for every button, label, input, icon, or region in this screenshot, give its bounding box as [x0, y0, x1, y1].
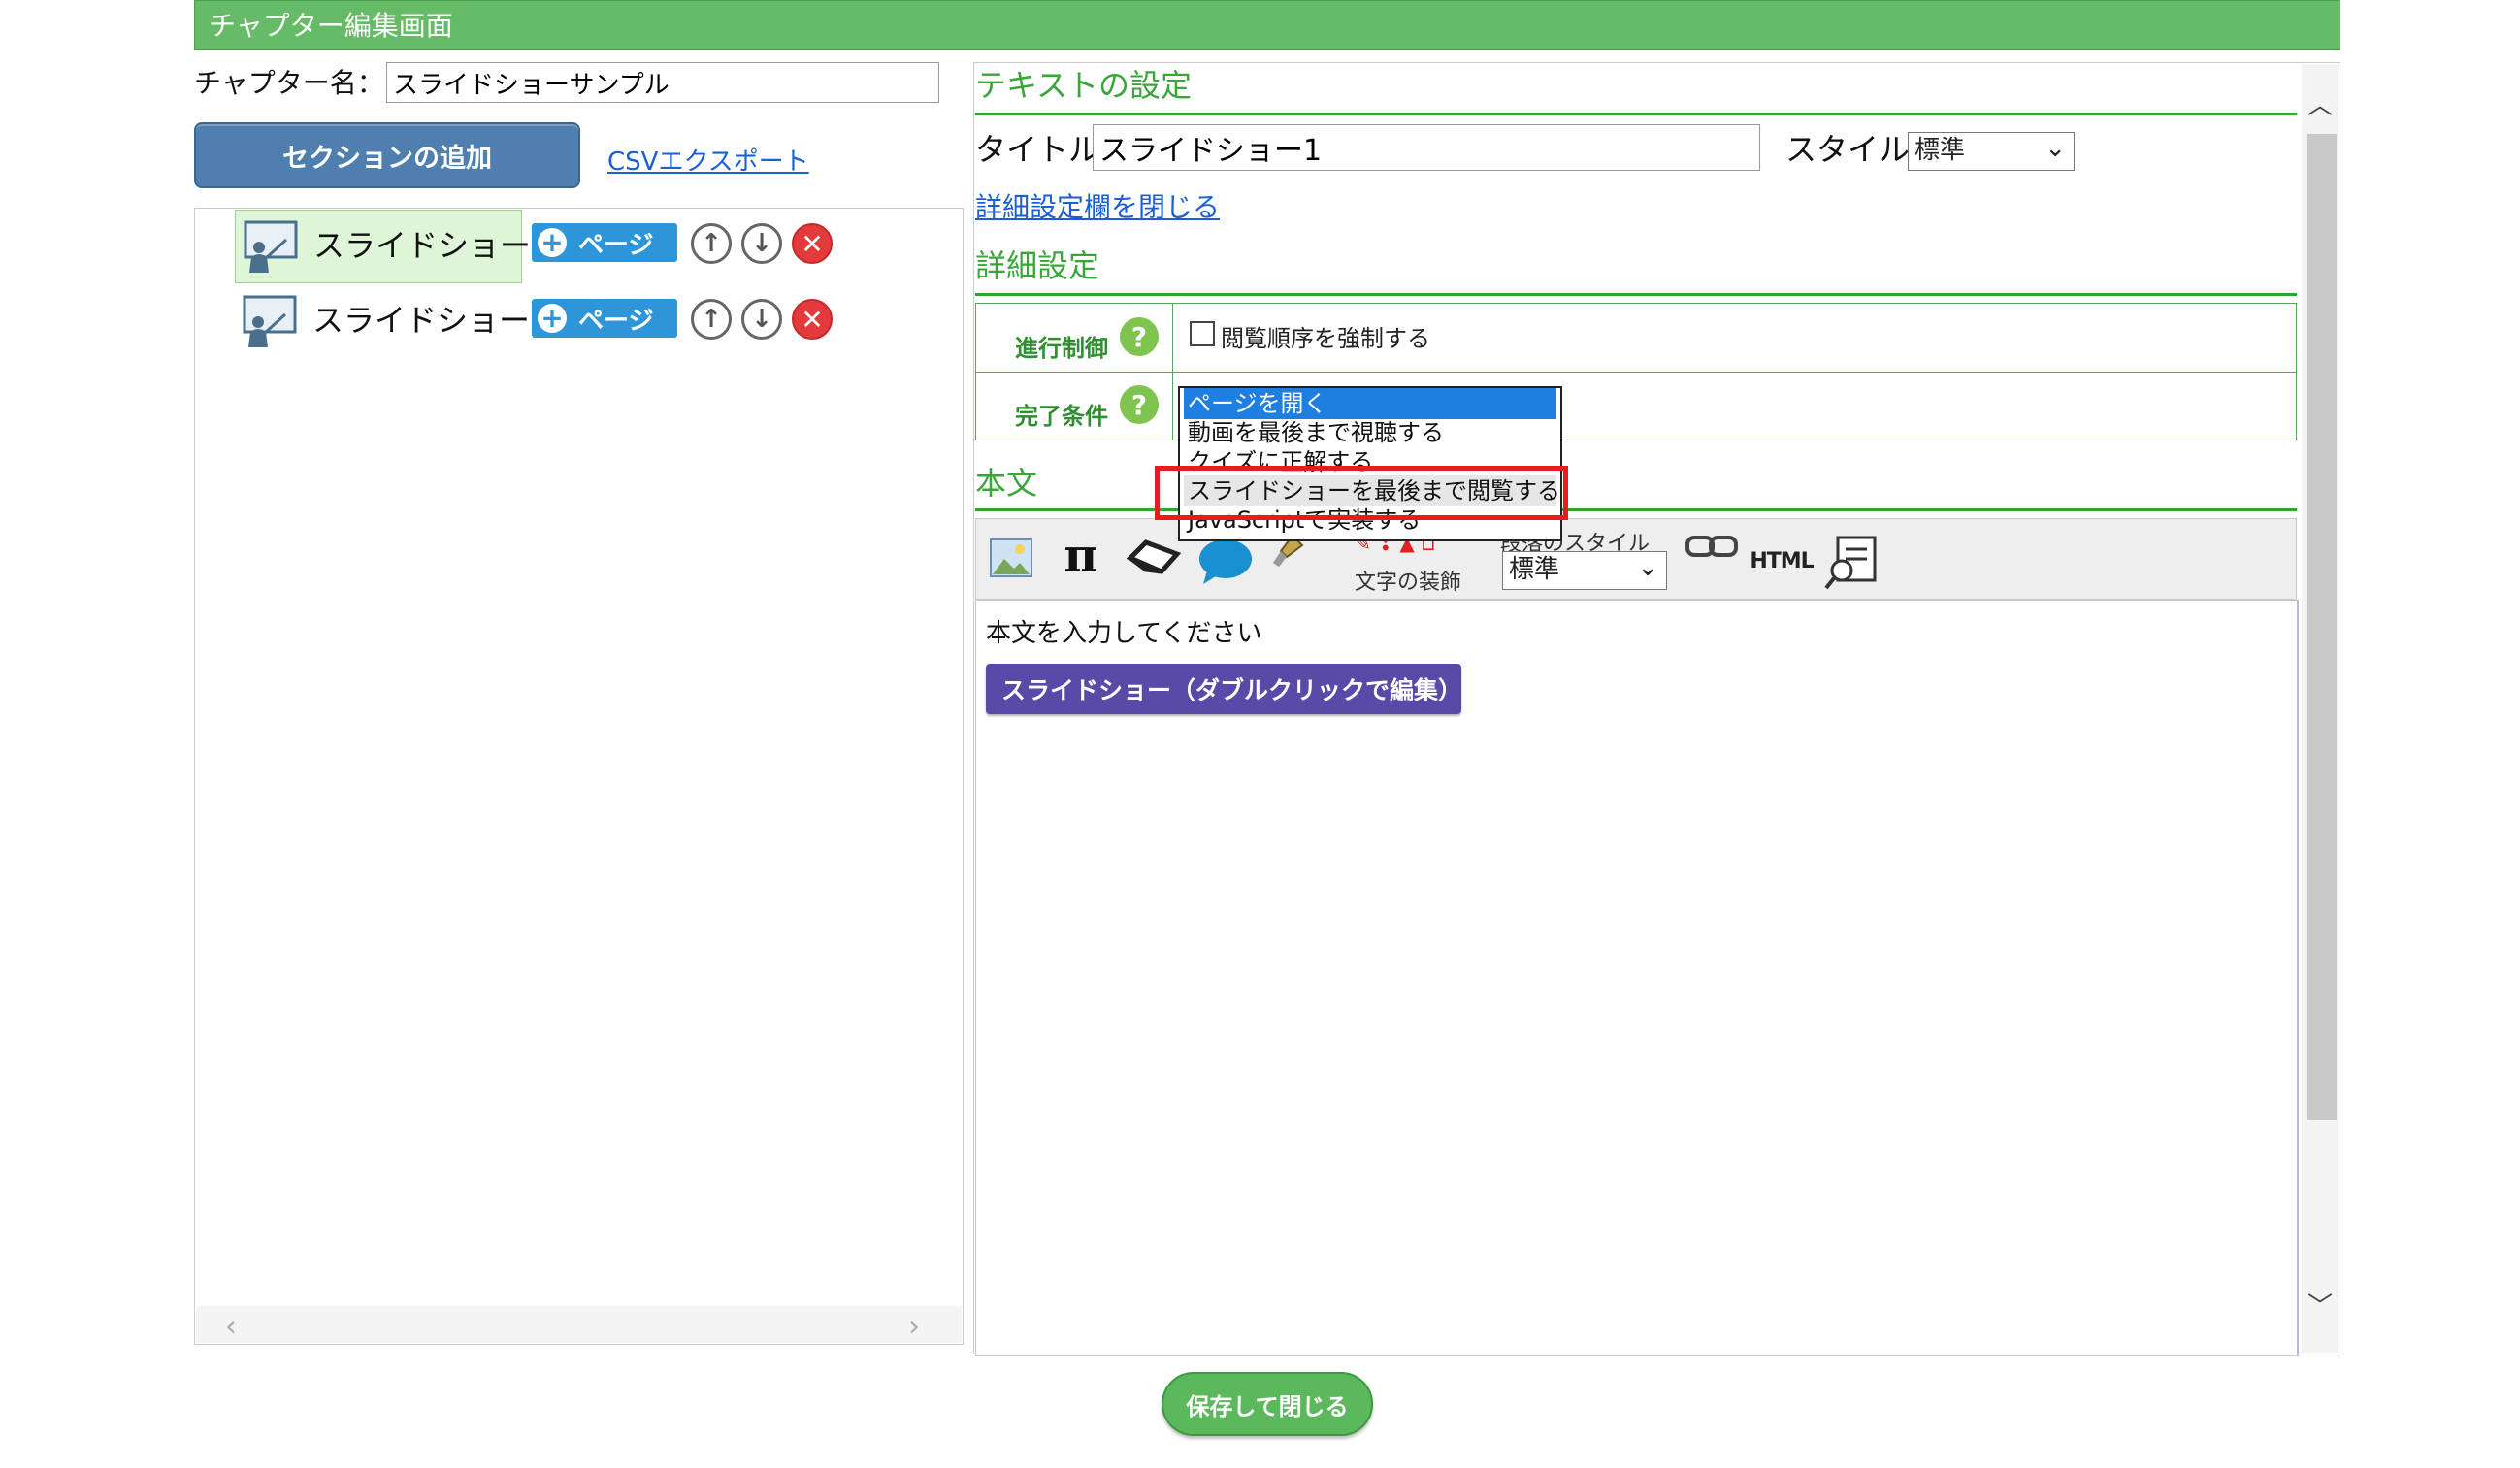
chevron-down-icon[interactable]: ﹀ — [2307, 1287, 2333, 1322]
title-input[interactable] — [1093, 124, 1760, 171]
page-title: チャプター編集画面 — [209, 10, 453, 42]
plus-icon: + — [538, 304, 567, 333]
divider — [976, 372, 2296, 373]
eraser-icon[interactable] — [1124, 536, 1182, 580]
section-tree — [194, 208, 964, 1345]
help-icon[interactable]: ? — [1120, 317, 1159, 356]
move-down-button[interactable]: ↓ — [741, 299, 782, 340]
paragraph-style-value: 標準 — [1509, 555, 1560, 584]
save-and-close-button[interactable]: 保存して閉じる — [1162, 1372, 1373, 1436]
html-icon[interactable]: HTML — [1750, 545, 1814, 576]
arrow-down-icon: ↓ — [751, 305, 772, 334]
tree-item-label: スライドショー1 — [313, 227, 551, 264]
arrow-up-icon: ↑ — [701, 229, 722, 258]
detail-settings-heading: 詳細設定 — [975, 247, 1100, 284]
add-page-label: ページ — [578, 306, 654, 336]
force-order-checkbox[interactable] — [1190, 321, 1215, 346]
delete-button[interactable]: ✕ — [792, 299, 833, 340]
chapter-name-label: チャプター名： — [194, 67, 384, 99]
chevron-right-icon[interactable]: › — [908, 1310, 920, 1344]
pi-icon[interactable]: π — [1056, 529, 1106, 583]
move-up-button[interactable]: ↑ — [691, 299, 732, 340]
add-page-label: ページ — [578, 230, 654, 260]
delete-button[interactable]: ✕ — [792, 223, 833, 264]
paragraph-style-select[interactable]: 標準 ⌄ — [1502, 551, 1667, 590]
help-icon[interactable]: ? — [1120, 385, 1159, 424]
divider — [975, 113, 2297, 115]
chevron-down-icon: ⌄ — [1637, 553, 1658, 582]
title-label: タイトル: — [975, 131, 1110, 168]
dropdown-option[interactable]: ページを開く — [1184, 388, 1556, 419]
detail-settings-table: 進行制御 ? 閲覧順序を強制する 完了条件 ? — [975, 303, 2297, 440]
move-down-button[interactable]: ↓ — [741, 223, 782, 264]
style-select-value: 標準 — [1915, 136, 1966, 165]
chevron-down-icon: ⌄ — [2045, 134, 2066, 163]
scrollbar-thumb[interactable] — [2307, 134, 2337, 1120]
completion-condition-label: 完了条件 — [1015, 403, 1108, 430]
divider — [1172, 304, 1173, 440]
force-order-label: 閲覧順序を強制する — [1221, 325, 1430, 352]
slideshow-icon — [244, 220, 298, 273]
tree-item-box[interactable]: スライドショー1 — [235, 210, 550, 283]
slideshow-embed-chip[interactable]: スライドショー（ダブルクリックで編集） — [986, 664, 1462, 714]
text-decoration-label: 文字の装飾 — [1355, 571, 1462, 595]
image-icon[interactable] — [988, 534, 1034, 582]
chevron-up-icon[interactable]: ︿ — [2307, 85, 2333, 121]
chevron-left-icon[interactable]: ‹ — [225, 1310, 237, 1344]
header-bar: チャプター編集画面 — [194, 0, 2340, 50]
dropdown-option[interactable]: 動画を最後まで視聴する — [1184, 417, 1556, 448]
close-icon: ✕ — [801, 303, 824, 336]
link-icon[interactable] — [1685, 532, 1739, 561]
plus-icon: + — [538, 228, 567, 257]
close-detail-link[interactable]: 詳細設定欄を閉じる — [975, 186, 1220, 225]
chapter-name-input[interactable] — [386, 62, 939, 103]
add-page-button[interactable]: + ページ — [532, 223, 677, 262]
close-icon: ✕ — [801, 227, 824, 260]
progress-control-label: 進行制御 — [1015, 335, 1108, 362]
slideshow-icon — [243, 295, 297, 347]
tree-horizontal-scrollbar[interactable]: ‹ › — [196, 1306, 962, 1344]
tree-item-label: スライドショー2 — [312, 302, 550, 339]
style-label: スタイル: — [1785, 131, 1920, 168]
preview-icon[interactable] — [1824, 534, 1879, 590]
body-heading: 本文 — [975, 465, 1038, 502]
highlight-annotation — [1155, 466, 1568, 520]
csv-export-link[interactable]: CSVエクスポート — [607, 142, 809, 178]
arrow-up-icon: ↑ — [701, 305, 722, 334]
add-section-button[interactable]: セクションの追加 — [194, 122, 580, 188]
text-settings-heading: テキストの設定 — [975, 67, 1193, 104]
style-select[interactable]: 標準 ⌄ — [1908, 132, 2075, 171]
tree-item-box[interactable]: スライドショー2 — [235, 285, 549, 359]
move-up-button[interactable]: ↑ — [691, 223, 732, 264]
arrow-down-icon: ↓ — [751, 229, 772, 258]
editor-placeholder-text[interactable]: 本文を入力してください — [986, 613, 1261, 649]
divider — [975, 293, 2297, 296]
add-page-button[interactable]: + ページ — [532, 299, 677, 338]
speech-bubble-icon[interactable] — [1197, 536, 1254, 586]
